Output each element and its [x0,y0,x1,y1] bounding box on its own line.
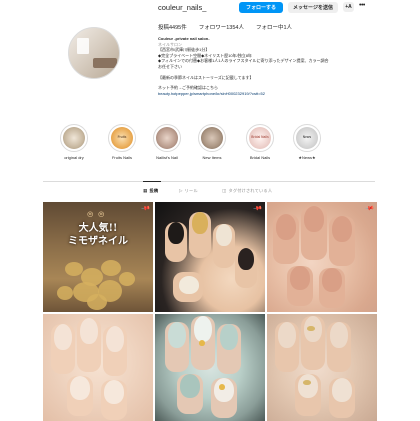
profile-avatar[interactable] [68,27,120,79]
post-thumbnail[interactable]: 📌 [155,202,265,312]
highlight-original-dry[interactable]: original dry [54,124,94,160]
highlight-cover: Bridal Nails [249,127,271,149]
tab-label: 投稿 [149,188,159,193]
highlight-label: Fruits Nails [111,155,132,160]
highlight-label: Bridal Nails [249,155,271,160]
highlight-cover [156,127,178,149]
highlight-cover [201,127,223,149]
pin-icon: 📌 [252,204,262,214]
pin-icon: 📌 [140,204,150,214]
highlight-cover-text: Fruits [117,135,127,140]
grid-icon: ▦ [143,188,148,193]
active-tab-indicator [143,181,161,182]
tabs-divider [43,181,375,182]
highlight-news[interactable]: News ★News★ [287,124,327,160]
bio-link[interactable]: beauty.hotpepper.jp/smartphone/kr/slnH00… [158,91,338,97]
tab-label: タグ付けされている人 [228,188,273,193]
post-thumbnail[interactable] [267,314,377,421]
post-thumbnail[interactable]: 📌 [267,202,377,312]
follow-button[interactable]: フォローする [239,2,283,13]
more-options-icon[interactable]: ••• [359,2,365,9]
reels-icon: ▷ [179,188,183,193]
tab-tagged[interactable]: ◫ タグ付けされている人 [222,188,272,194]
pin-icon: 📌 [364,204,374,214]
followers-count[interactable]: フォロワー1354人 [199,23,244,31]
highlight-cover [63,127,85,149]
swirl-decoration: ၜ [98,206,105,220]
highlight-label: Nailist's Nail [156,155,178,160]
highlight-cover-text: Bridal Nails [251,135,269,140]
tab-label: リール [184,188,198,193]
add-person-icon[interactable]: +A [343,2,354,12]
tab-posts[interactable]: ▦ 投稿 [143,188,158,194]
highlight-fruits-nails[interactable]: Fruits Fruits Nails [102,124,142,160]
posts-count: 投稿4495件 [158,25,187,31]
message-button[interactable]: メッセージを送信 [288,2,338,13]
highlight-cover-text: News [302,135,312,140]
post-thumbnail[interactable] [155,314,265,421]
highlight-new-items[interactable]: New Items [192,124,232,160]
profile-stats: 投稿4495件 フォロワー1354人 フォロー中1人 [158,23,292,31]
post-thumbnail[interactable]: ၜ ၜ 大人気!! ミモザネイル 📌 [43,202,153,312]
highlight-cover: Fruits [111,127,133,149]
highlight-label: original dry [64,155,84,160]
swirl-decoration: ၜ [87,206,94,220]
post-caption-overlay: 大人気!! ミモザネイル [68,223,128,247]
highlight-cover: News [296,127,318,149]
highlight-bridal-nails[interactable]: Bridal Nails Bridal Nails [240,124,280,160]
username: couleur_nails_ [158,3,207,12]
profile-bio: Couleur -private nail salon- ネイルサロン 【西宮市… [158,36,338,96]
highlight-nailists-nail[interactable]: Nailist's Nail [147,124,187,160]
bio-line: ◆フィルインでの付替◆お客様1人1人のライフスタイルに寄り添ったデザイン提案、カ… [158,58,329,64]
tagged-icon: ◫ [222,188,227,193]
highlight-label: ★News★ [298,155,316,160]
tab-reels[interactable]: ▷ リール [179,188,198,194]
following-count[interactable]: フォロー中1人 [256,23,292,31]
highlight-label: New Items [202,155,222,160]
post-thumbnail[interactable] [43,314,153,421]
